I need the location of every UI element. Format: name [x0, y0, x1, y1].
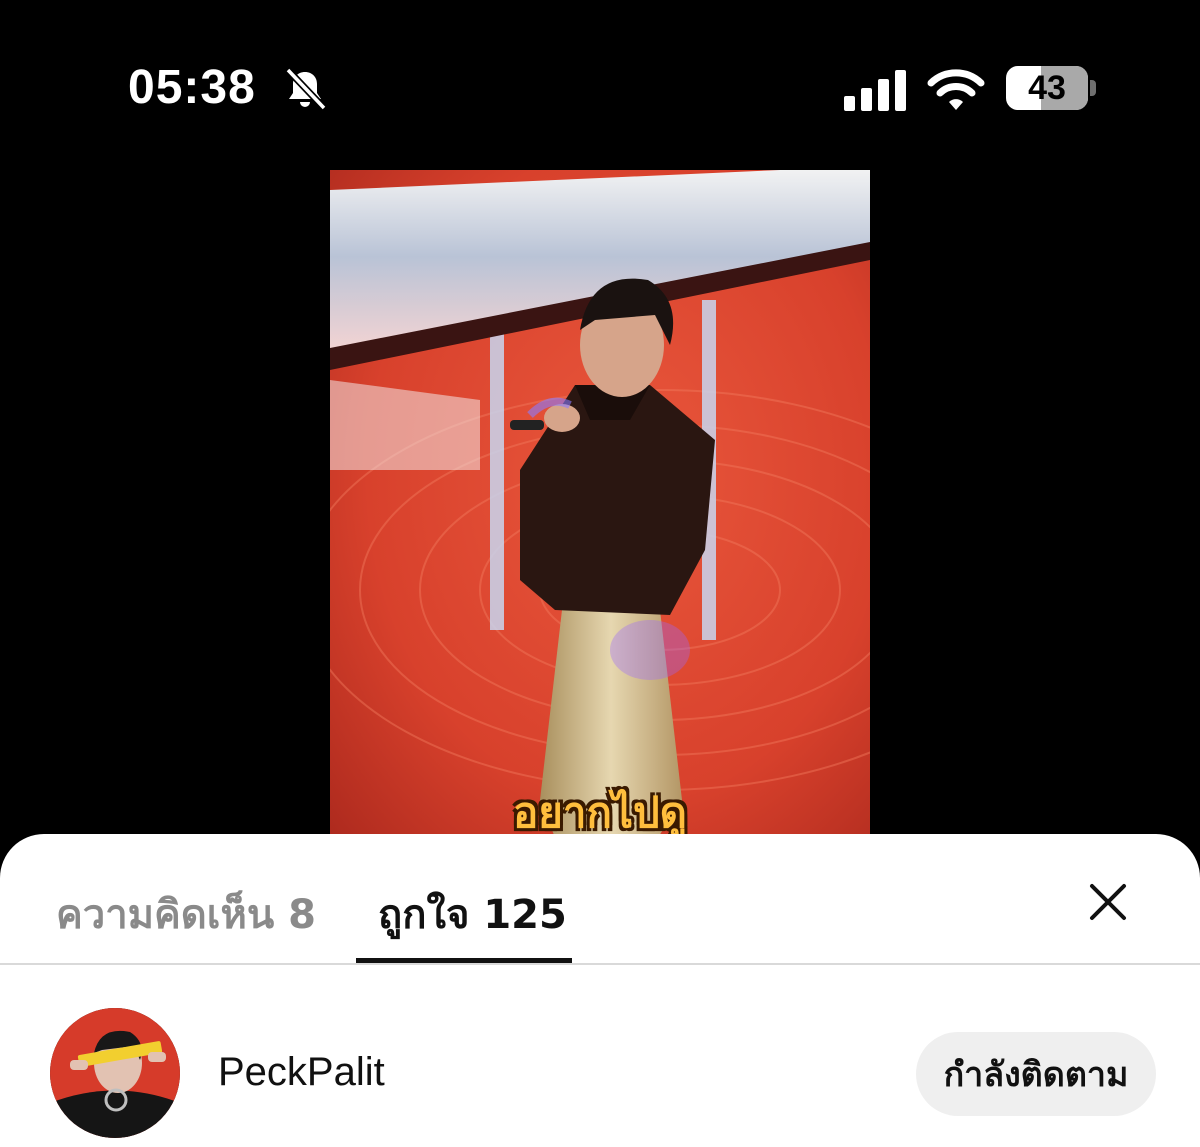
- stage-light: [610, 620, 690, 680]
- mute-icon: [285, 67, 327, 111]
- close-icon: [1090, 884, 1126, 920]
- tab-likes[interactable]: ถูกใจ 125: [378, 882, 567, 946]
- tab-comments[interactable]: ความคิดเห็น 8: [56, 882, 316, 946]
- screen: 05:38 43 อยากไปดู ความคิดเห็น 8 ถูกใจ 12…: [0, 0, 1200, 1147]
- light-strip: [490, 300, 504, 630]
- avatar[interactable]: [50, 1008, 180, 1138]
- battery-icon: 43: [1006, 66, 1088, 110]
- video-player[interactable]: อยากไปดู: [330, 170, 870, 850]
- wifi-icon: [927, 69, 985, 110]
- signal-icon: [844, 70, 906, 111]
- video-frame: [330, 170, 870, 850]
- status-time: 05:38: [128, 61, 256, 114]
- list-item[interactable]: PeckPalit กำลังติดตาม: [0, 1004, 1200, 1144]
- username[interactable]: PeckPalit: [218, 1050, 385, 1095]
- battery-tip: [1090, 80, 1096, 96]
- status-bar: 05:38 43: [0, 0, 1200, 150]
- tab-divider: [0, 963, 1200, 965]
- avatar-image: [50, 1008, 180, 1138]
- likes-sheet: ความคิดเห็น 8 ถูกใจ 125 PeckPalit กำลังต…: [0, 834, 1200, 1147]
- close-button[interactable]: [1080, 874, 1136, 930]
- battery-level: 43: [1028, 68, 1066, 107]
- following-button[interactable]: กำลังติดตาม: [916, 1032, 1156, 1116]
